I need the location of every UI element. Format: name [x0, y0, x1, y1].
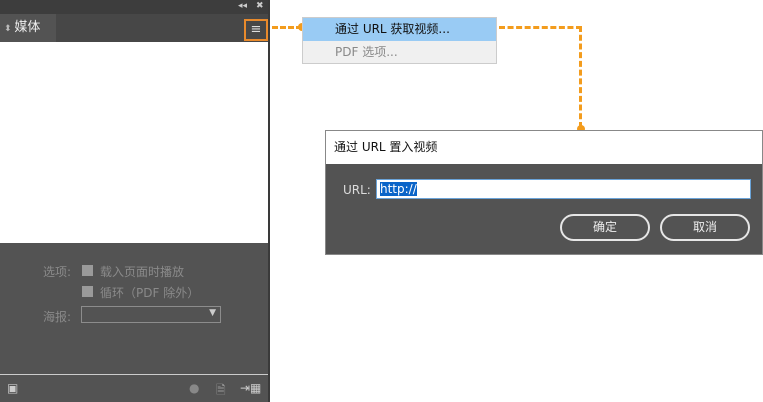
- loop-label: 循环（PDF 除外）: [100, 286, 200, 300]
- panel-topbar: ◂◂ ✖: [0, 0, 268, 14]
- ok-button[interactable]: 确定: [560, 214, 650, 241]
- place-video-url-dialog: 通过 URL 置入视频 URL: http:// 确定 取消: [325, 130, 763, 255]
- panel-footer: ▣ ● 🗎 ⇥▦: [0, 374, 268, 402]
- panel-menu: 通过 URL 获取视频... PDF 选项...: [302, 17, 497, 64]
- connector-line: [499, 26, 582, 29]
- tab-label: 媒体: [14, 20, 41, 35]
- globe-icon[interactable]: ●: [189, 381, 199, 395]
- dialog-title: 通过 URL 置入视频: [326, 131, 762, 164]
- cancel-button[interactable]: 取消: [660, 214, 750, 241]
- menu-item-pdf-options[interactable]: PDF 选项...: [303, 41, 496, 64]
- url-label: URL:: [343, 183, 371, 197]
- options-label: 选项:: [43, 265, 72, 279]
- loop-checkbox[interactable]: [82, 286, 93, 297]
- media-panel: ◂◂ ✖ ⬍ 媒体 ≡ 选项: 载入页面时播放 循环（PDF 除外） 海报: ▼…: [0, 0, 270, 402]
- preview-icon[interactable]: ▣: [7, 381, 18, 395]
- tab-row: ⬍ 媒体 ≡: [0, 14, 268, 42]
- close-icon[interactable]: ✖: [256, 1, 264, 11]
- place-video-icon[interactable]: ⇥▦: [240, 381, 261, 395]
- chevron-down-icon: ▼: [209, 308, 216, 318]
- panel-menu-button[interactable]: ≡: [244, 19, 268, 41]
- play-on-load-checkbox[interactable]: [82, 265, 93, 276]
- poster-select[interactable]: ▼: [81, 306, 221, 323]
- menu-item-get-video-url[interactable]: 通过 URL 获取视频...: [303, 18, 496, 41]
- connector-line: [579, 26, 582, 128]
- media-preview: [0, 42, 268, 243]
- pdf-icon[interactable]: 🗎: [216, 381, 226, 402]
- tab-media[interactable]: ⬍ 媒体: [0, 14, 56, 42]
- poster-label: 海报:: [43, 310, 72, 324]
- url-input[interactable]: http://: [376, 179, 751, 199]
- url-value: http://: [380, 182, 417, 196]
- collapse-icon[interactable]: ◂◂: [238, 1, 247, 11]
- play-on-load-label: 载入页面时播放: [100, 265, 185, 279]
- sort-icon: ⬍: [4, 24, 15, 34]
